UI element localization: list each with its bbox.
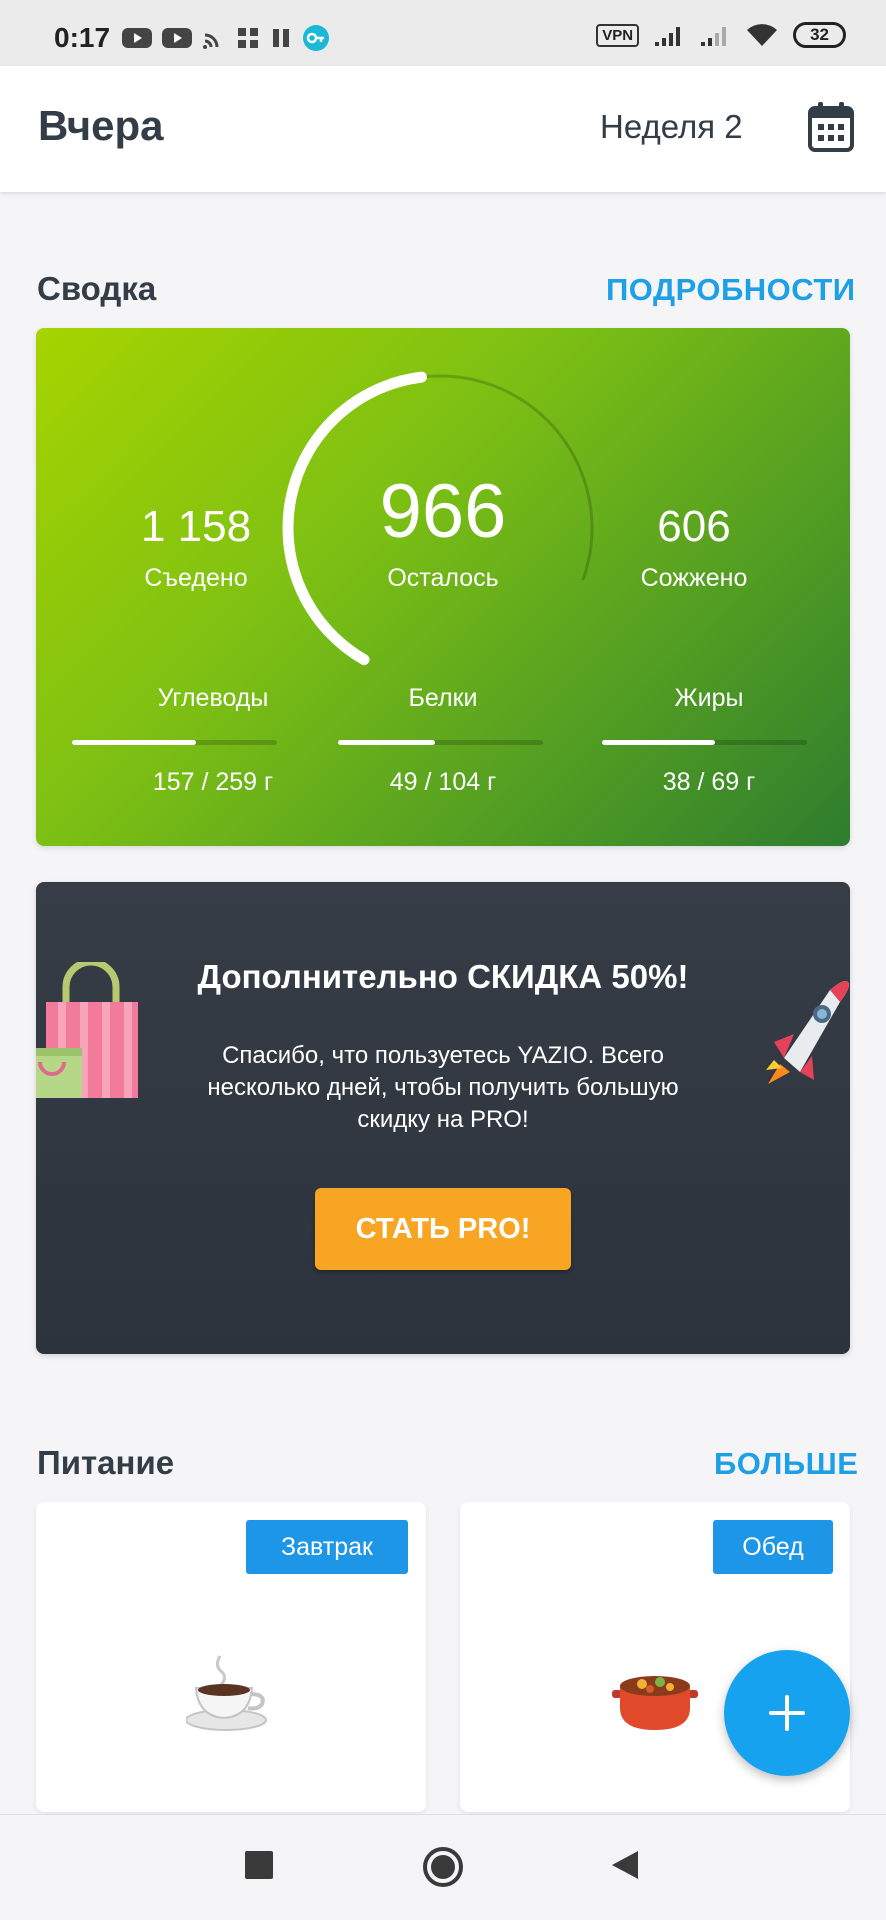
status-time: 0:17 xyxy=(54,22,111,53)
fat-value: 38 / 69 г xyxy=(662,768,756,796)
carbs-progress xyxy=(72,740,277,745)
become-pro-button[interactable]: СТАТЬ PRO! xyxy=(315,1188,571,1270)
promo-card[interactable]: Дополнительно СКИДКА 50%! Спасибо, что п… xyxy=(36,882,850,1354)
remaining-value: 966 xyxy=(379,469,507,554)
protein-value: 49 / 104 г xyxy=(389,768,497,796)
coffee-cup-icon xyxy=(186,1655,267,1731)
navigation-bar xyxy=(0,1814,886,1920)
protein-progress xyxy=(338,740,543,745)
promo-text: Спасибо, что пользуетесь YAZIO. Всего не… xyxy=(207,1042,679,1133)
nutrition-title: Питание xyxy=(37,1444,175,1481)
stew-pot-icon xyxy=(612,1676,698,1730)
recents-square-icon[interactable] xyxy=(245,1851,273,1879)
back-triangle-icon[interactable] xyxy=(610,1849,640,1881)
system-icons: VPN 32 xyxy=(596,22,846,48)
more-link[interactable]: БОЛЬШЕ xyxy=(714,1446,858,1482)
breakfast-card[interactable]: Завтрак xyxy=(36,1502,426,1812)
vpn-key-icon xyxy=(303,25,329,51)
summary-card[interactable]: 1 158 Съедено 966 Осталось 606 Сожжено У… xyxy=(36,328,850,846)
fat-progress xyxy=(602,740,807,745)
home-circle-icon[interactable] xyxy=(421,1845,465,1889)
week-label: Неделя 2 xyxy=(600,108,743,145)
calendar-icon[interactable] xyxy=(808,102,854,152)
plus-icon xyxy=(769,1695,805,1731)
lunch-badge: Обед xyxy=(713,1520,833,1574)
fat-label: Жиры xyxy=(674,684,744,712)
burned-value: 606 xyxy=(657,502,731,551)
rocket-icon xyxy=(766,981,849,1084)
youtube-icon xyxy=(162,28,192,48)
page-title[interactable]: Вчера xyxy=(38,102,164,150)
apps-icon xyxy=(238,28,258,48)
eaten-label: Съедено xyxy=(144,564,248,592)
app-bar: Вчера Неделя 2 xyxy=(0,66,886,192)
signal-icon xyxy=(655,27,681,46)
battery-indicator: 32 xyxy=(793,22,846,48)
details-link[interactable]: ПОДРОБНОСТИ xyxy=(606,272,856,308)
vpn-badge: VPN xyxy=(596,23,640,47)
wifi-icon xyxy=(747,24,778,46)
eaten-value: 1 158 xyxy=(140,502,252,551)
pause-icon xyxy=(273,29,289,47)
status-bar: 0:17 VPN 32 xyxy=(0,0,886,66)
carbs-label: Углеводы xyxy=(157,684,269,712)
remaining-label: Осталось xyxy=(387,564,499,592)
protein-label: Белки xyxy=(408,684,478,712)
notification-icons xyxy=(122,24,330,52)
signal-icon xyxy=(701,27,727,46)
carbs-value: 157 / 259 г xyxy=(152,768,274,796)
promo-title: Дополнительно СКИДКА 50%! xyxy=(197,958,689,995)
add-button[interactable] xyxy=(724,1650,850,1776)
summary-title: Сводка xyxy=(37,270,157,307)
youtube-icon xyxy=(122,28,152,48)
cast-icon xyxy=(203,33,219,49)
burned-label: Сожжено xyxy=(640,564,748,592)
shopping-bag-icon xyxy=(36,962,138,1098)
breakfast-badge: Завтрак xyxy=(246,1520,408,1574)
